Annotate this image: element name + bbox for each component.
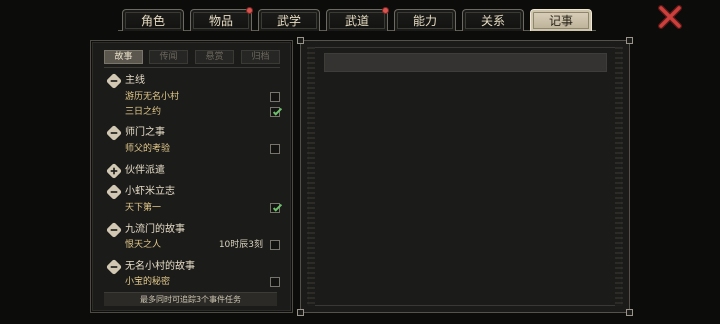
- quest-item[interactable]: 游历无名小村: [125, 91, 280, 103]
- quest-name: 小宝的秘密: [125, 277, 171, 287]
- track-checkbox[interactable]: [270, 240, 280, 250]
- quest-item[interactable]: 三日之约: [125, 106, 283, 118]
- track-checkbox[interactable]: [270, 106, 283, 117]
- section-title: 无名小村的故事: [125, 261, 195, 272]
- collapse-minus-icon[interactable]: [105, 221, 123, 239]
- quest-item[interactable]: 天下第一: [125, 202, 283, 214]
- quest-name: 天下第一: [125, 203, 162, 213]
- subtab-label: 归档: [251, 52, 270, 62]
- tab-martial-way[interactable]: 武道: [326, 7, 389, 31]
- tab-label: 角色: [140, 14, 165, 28]
- tab-label: 武学: [276, 14, 301, 28]
- section-title: 小虾米立志: [125, 186, 175, 197]
- collapse-minus-icon[interactable]: [105, 258, 123, 276]
- corner-ornament: [297, 309, 304, 316]
- tab-label: 物品: [208, 14, 233, 28]
- section-title: 伙伴派遣: [125, 165, 165, 176]
- quest-item[interactable]: 小宝的秘密: [125, 276, 280, 288]
- subtab-bounties[interactable]: 悬赏: [195, 50, 234, 64]
- subtab-label: 悬赏: [205, 52, 224, 62]
- section-title: 主线: [125, 75, 145, 86]
- tracking-limit-note: 最多同时可追踪3个事件任务: [104, 292, 277, 306]
- track-checkbox[interactable]: [270, 92, 280, 102]
- quest-detail-panel: [297, 37, 633, 316]
- top-tab-bar: 角色 物品 武学 武道 能力 关系 记事: [0, 0, 720, 34]
- tab-abilities[interactable]: 能力: [394, 9, 456, 31]
- track-checkbox[interactable]: [270, 277, 280, 287]
- quest-name: 师父的考验: [125, 144, 171, 154]
- quest-name: 恨天之人: [125, 240, 162, 250]
- quest-name: 游历无名小村: [125, 92, 180, 102]
- notification-badge: [382, 7, 389, 14]
- journal-subtabs: 故事 传闻 悬赏 归档: [104, 50, 280, 64]
- close-x-icon: [658, 5, 682, 29]
- subtab-divider: [104, 67, 280, 68]
- tab-label: 记事: [548, 14, 573, 28]
- quest-item[interactable]: 恨天之人 10时辰3刻: [125, 239, 280, 251]
- expand-plus-icon[interactable]: [105, 162, 123, 180]
- decorative-border-left: [307, 47, 315, 306]
- track-checkbox[interactable]: [270, 144, 280, 154]
- checkmark-icon: [272, 202, 283, 212]
- tab-label: 武道: [344, 14, 369, 28]
- tab-label: 能力: [412, 14, 437, 28]
- subtab-rumors[interactable]: 传闻: [149, 50, 188, 64]
- checkmark-icon: [272, 106, 283, 116]
- tab-martial-arts[interactable]: 武学: [258, 9, 320, 31]
- collapse-minus-icon[interactable]: [105, 72, 123, 90]
- collapse-minus-icon[interactable]: [105, 124, 123, 142]
- tab-journal[interactable]: 记事: [530, 9, 592, 31]
- tab-character[interactable]: 角色: [122, 9, 184, 31]
- corner-ornament: [626, 37, 633, 44]
- quest-item[interactable]: 师父的考验: [125, 143, 280, 155]
- detail-frame: [308, 47, 622, 306]
- subtab-label: 传闻: [159, 52, 178, 62]
- quest-list-panel: 故事 传闻 悬赏 归档 主线 游历无名小村 三日之约 师门之事 师父的考验 伙伴…: [90, 40, 293, 313]
- notification-badge: [246, 7, 253, 14]
- section-title: 师门之事: [125, 127, 165, 138]
- subtab-archive[interactable]: 归档: [241, 50, 280, 64]
- collapse-minus-icon[interactable]: [105, 183, 123, 201]
- track-checkbox[interactable]: [270, 202, 283, 213]
- quest-time-remaining: 10时辰3刻: [218, 240, 263, 250]
- section-title: 九流门的故事: [125, 224, 185, 235]
- decorative-border-right: [615, 47, 623, 306]
- subtab-label: 故事: [114, 52, 133, 62]
- quest-name: 三日之约: [125, 107, 162, 117]
- subtab-story[interactable]: 故事: [104, 50, 143, 64]
- close-button[interactable]: [657, 4, 683, 30]
- tab-items[interactable]: 物品: [190, 7, 253, 31]
- corner-ornament: [297, 37, 304, 44]
- tab-label: 关系: [480, 14, 505, 28]
- detail-title-bar: [324, 53, 607, 72]
- corner-ornament: [626, 309, 633, 316]
- tab-relations[interactable]: 关系: [462, 9, 524, 31]
